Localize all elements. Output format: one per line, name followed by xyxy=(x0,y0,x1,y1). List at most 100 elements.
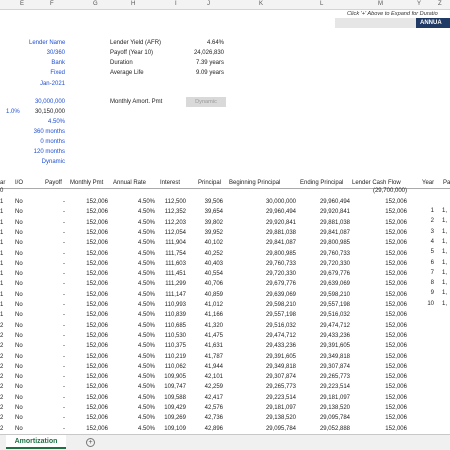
beginning-principal-cell: 29,138,520 xyxy=(265,415,296,422)
payoff-cell: - xyxy=(63,281,65,288)
lender-name-input[interactable]: Lender Name xyxy=(29,40,65,46)
cash-flow-cell: (29,700,000) xyxy=(372,188,407,194)
cash-flow-cell: 152,006 xyxy=(385,260,407,267)
io-cell: No xyxy=(15,219,23,226)
monthly-pmt-cell: 152,006 xyxy=(86,405,108,411)
io-cell: No xyxy=(15,415,23,422)
interest-cell: 109,429 xyxy=(164,405,186,411)
payoff-cell: - xyxy=(63,363,65,370)
table-row: 1 No - 152,006 4.50% 111,299 40,706 29,679,776 2… xyxy=(0,280,450,290)
cash-flow-cell: 152,006 xyxy=(385,425,407,432)
annual-rate-cell: 4.50% xyxy=(137,302,155,308)
monthly-pmt-cell: 152,006 xyxy=(86,384,108,391)
cash-flow-cell: 152,006 xyxy=(385,322,407,329)
cash-flow-cell: 152,006 xyxy=(385,250,407,257)
payoff-cell: - xyxy=(63,425,65,432)
col-header[interactable]: Y xyxy=(417,1,421,7)
annual-year-cell: 7 xyxy=(430,269,434,276)
io-period-input[interactable]: 0 months xyxy=(26,139,65,145)
annual-year-cell: 10 xyxy=(427,300,434,307)
table-row: 2 No - 152,006 4.50% 109,269 42,736 29,138,520 2… xyxy=(0,414,450,424)
amortization-input[interactable]: 360 months xyxy=(26,129,65,135)
table-row: 2 No - 152,006 4.50% 109,429 42,576 29,181,097 2… xyxy=(0,404,450,414)
loan-amount-input[interactable]: 30,000,000 xyxy=(26,99,65,105)
interest-cell: 111,904 xyxy=(165,240,186,247)
col-header[interactable]: M xyxy=(378,1,383,7)
col-header[interactable]: G xyxy=(93,1,98,7)
interest-cell: 110,062 xyxy=(164,363,186,370)
beginning-principal-cell: 29,920,841 xyxy=(265,219,296,226)
principal-cell: 40,102 xyxy=(204,240,223,247)
stat-value: 24,026,830 xyxy=(193,50,224,56)
principal-cell: 40,403 xyxy=(204,260,223,267)
interest-cell: 112,352 xyxy=(164,209,186,216)
annual-rate-cell: 4.50% xyxy=(137,209,155,216)
row-year: 1 xyxy=(0,250,4,257)
table-row: 1 No - 152,006 4.50% 111,904 40,102 29,841,087 2… xyxy=(0,239,450,249)
ending-principal-cell: 29,052,888 xyxy=(319,425,350,432)
monthly-pmt-cell: 152,006 xyxy=(86,291,108,298)
table-row: 0 (29,700,000) xyxy=(0,187,450,197)
col-header[interactable]: L xyxy=(320,1,323,7)
payoff-cell: - xyxy=(63,271,65,278)
tab-amortization[interactable]: Amortization xyxy=(6,435,66,449)
row-year: 2 xyxy=(0,332,4,339)
ending-principal-cell: 29,679,776 xyxy=(319,271,350,278)
annual-payment-cell: 1, xyxy=(442,218,448,225)
ending-principal-cell: 29,557,198 xyxy=(319,302,350,308)
ending-principal-cell: 29,881,038 xyxy=(319,219,350,226)
lender-type-input[interactable]: Bank xyxy=(29,60,65,66)
dynamic-button[interactable]: Dynamic xyxy=(186,97,226,107)
row-year: 1 xyxy=(0,281,4,288)
cash-flow-cell: 152,006 xyxy=(385,332,407,339)
stat-label: Average Life xyxy=(110,70,144,76)
principal-cell: 41,475 xyxy=(204,332,223,339)
column-header-bar: E F G H I J K L M Y Z xyxy=(0,0,450,10)
ending-principal-cell: 29,760,733 xyxy=(319,250,350,257)
interest-cell: 109,905 xyxy=(164,374,186,381)
cash-flow-cell: 152,006 xyxy=(385,240,407,247)
annual-payment-cell: 1, xyxy=(442,280,448,287)
table-row: 2 No - 152,006 4.50% 110,530 41,475 29,474,712 2… xyxy=(0,332,450,342)
io-cell: No xyxy=(15,199,23,205)
col-header[interactable]: K xyxy=(259,1,263,7)
table-row: 1 No - 152,006 4.50% 112,500 39,506 30,000,000 2… xyxy=(0,198,450,208)
io-cell: No xyxy=(15,209,23,216)
col-header[interactable]: Z xyxy=(438,1,442,7)
header-cell: ar xyxy=(0,180,6,186)
annual-rate-cell: 4.50% xyxy=(137,343,155,350)
cash-flow-cell: 152,006 xyxy=(385,384,407,391)
payoff-cell: - xyxy=(63,374,65,381)
add-sheet-icon[interactable]: + xyxy=(86,438,95,447)
col-header[interactable]: J xyxy=(207,1,210,7)
interest-cell: 110,993 xyxy=(164,302,186,308)
monthly-pmt-cell: 152,006 xyxy=(86,415,108,422)
day-count-input[interactable]: 30/360 xyxy=(29,50,65,56)
ending-principal-cell: 29,474,712 xyxy=(319,322,350,329)
rate-input[interactable]: 4.50% xyxy=(26,119,65,125)
monthly-pmt-cell: 152,006 xyxy=(86,271,108,278)
principal-cell: 41,166 xyxy=(204,312,223,319)
col-header[interactable]: E xyxy=(20,1,24,7)
start-date-input[interactable]: Jan-2021 xyxy=(29,81,65,87)
fee-input[interactable]: 1.0% xyxy=(6,109,20,115)
ending-principal-cell: 29,181,097 xyxy=(319,394,350,401)
payment-mode-input[interactable]: Dynamic xyxy=(26,159,65,165)
col-header[interactable]: H xyxy=(131,1,135,7)
header-cell: Interest xyxy=(160,180,181,186)
beginning-principal-cell: 29,516,032 xyxy=(265,322,296,329)
payoff-cell: - xyxy=(63,229,65,236)
principal-cell: 42,576 xyxy=(204,405,223,411)
row-year: 1 xyxy=(0,219,4,226)
row-year: 2 xyxy=(0,405,4,411)
interest-cell: 111,299 xyxy=(165,281,186,288)
table-row: 2 No - 152,006 4.50% 109,905 42,101 29,307,874 2… xyxy=(0,373,450,383)
annual-year-cell: 8 xyxy=(430,280,434,287)
monthly-pmt-cell: 152,006 xyxy=(86,260,108,267)
payoff-cell: - xyxy=(63,250,65,257)
col-header[interactable]: F xyxy=(50,1,54,7)
annual-year-cell: 9 xyxy=(430,290,434,297)
rate-type-input[interactable]: Fixed xyxy=(29,70,65,76)
term-input[interactable]: 120 months xyxy=(26,149,65,155)
col-header[interactable]: I xyxy=(175,1,177,7)
